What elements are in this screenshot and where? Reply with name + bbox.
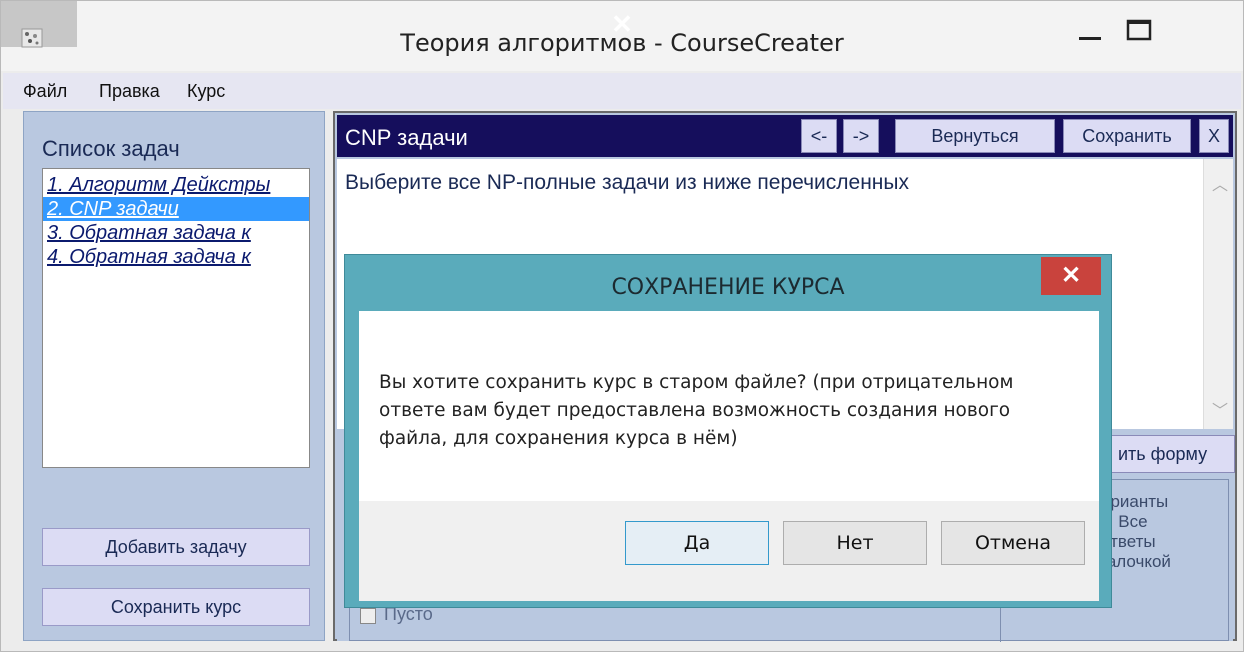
menu-course[interactable]: Курс <box>187 81 225 102</box>
form-button[interactable]: ить форму <box>1105 435 1235 473</box>
no-button[interactable]: Нет <box>783 521 927 565</box>
dialog-title: СОХРАНЕНИЕ КУРСА <box>611 275 845 300</box>
task-list-panel: Список задач 1. Алгоритм Дейкстры 2. CNP… <box>23 111 325 641</box>
chevron-up-icon[interactable]: ︿ <box>1212 171 1228 195</box>
dialog-footer: Да Нет Отмена <box>359 501 1099 601</box>
close-task-button[interactable]: X <box>1199 119 1229 153</box>
prev-task-button[interactable]: <- <box>801 119 837 153</box>
question-scrollbar[interactable]: ︿ ﹀ <box>1203 159 1233 429</box>
save-task-button[interactable]: Сохранить <box>1063 119 1191 153</box>
next-task-button[interactable]: -> <box>843 119 879 153</box>
close-icon: ✕ <box>611 9 633 39</box>
dialog-message: Вы хотите сохранить курс в старом файле?… <box>379 372 1014 449</box>
yes-button[interactable]: Да <box>625 521 769 565</box>
dialog-close-button[interactable]: ✕ <box>1041 257 1101 295</box>
save-course-button[interactable]: Сохранить курс <box>42 588 310 626</box>
task-title: CNP задачи <box>345 125 468 150</box>
task-item-4[interactable]: 4. Обратная задача к <box>43 245 309 269</box>
task-list[interactable]: 1. Алгоритм Дейкстры 2. CNP задачи 3. Об… <box>42 168 310 468</box>
task-item-1[interactable]: 1. Алгоритм Дейкстры <box>43 173 309 197</box>
add-task-button[interactable]: Добавить задачу <box>42 528 310 566</box>
question-text: Выберите все NP-полные задачи из ниже пе… <box>345 171 909 194</box>
back-button[interactable]: Вернуться <box>895 119 1055 153</box>
cancel-button[interactable]: Отмена <box>941 521 1085 565</box>
dialog-body: Вы хотите сохранить курс в старом файле?… <box>359 311 1099 601</box>
task-item-3[interactable]: 3. Обратная задача к <box>43 221 309 245</box>
close-icon: ✕ <box>1060 262 1082 289</box>
empty-option-checkbox[interactable] <box>360 608 376 624</box>
menu-edit[interactable]: Правка <box>99 81 160 102</box>
task-item-2[interactable]: 2. CNP задачи <box>43 197 309 221</box>
task-list-title: Список задач <box>42 136 180 161</box>
task-editor-header: CNP задачи <- -> Вернуться Сохранить X <box>337 115 1233 157</box>
chevron-down-icon[interactable]: ﹀ <box>1212 397 1228 421</box>
menu-bar: Файл Правка Курс <box>3 73 1241 109</box>
title-bar[interactable]: Теория алгоритмов - CourseCreater ✕ <box>1 1 1243 71</box>
menu-file[interactable]: Файл <box>23 81 67 102</box>
save-course-dialog: СОХРАНЕНИЕ КУРСА ✕ Вы хотите сохранить к… <box>344 254 1112 608</box>
